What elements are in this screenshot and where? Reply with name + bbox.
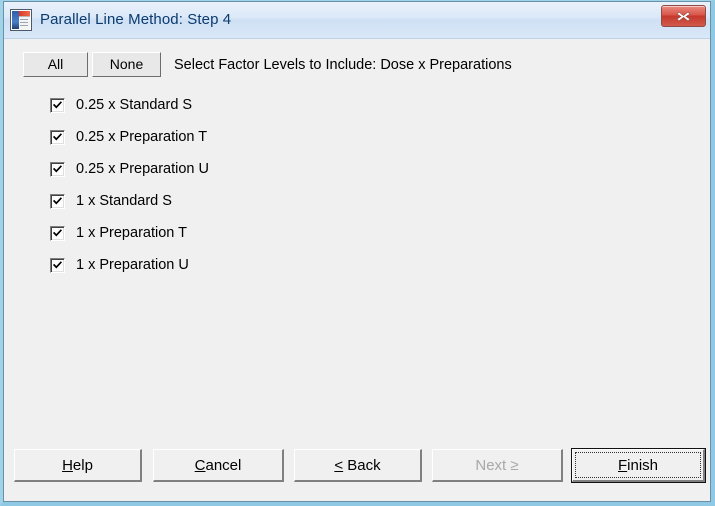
instruction-label: Select Factor Levels to Include: Dose x … [174, 56, 512, 73]
list-item-label: 0.25 x Preparation U [76, 161, 209, 177]
list-item[interactable]: 0.25 x Standard S [50, 89, 209, 121]
title-bar: Parallel Line Method: Step 4 [3, 1, 711, 39]
window-title: Parallel Line Method: Step 4 [40, 11, 232, 28]
finish-accel: F [617, 456, 628, 474]
list-item-label: 1 x Preparation U [76, 257, 189, 273]
list-item[interactable]: 0.25 x Preparation U [50, 153, 209, 185]
close-button[interactable] [661, 5, 706, 27]
list-item[interactable]: 0.25 x Preparation T [50, 121, 209, 153]
list-item-label: 1 x Standard S [76, 193, 172, 209]
dialog-button-row: Help Cancel < Back Next ≥ Finish [3, 440, 711, 502]
checkbox-checked-icon[interactable] [50, 257, 65, 273]
select-all-button[interactable]: All [23, 52, 88, 77]
back-rest: Back [343, 456, 381, 474]
checkbox-checked-icon[interactable] [50, 193, 65, 209]
cancel-button[interactable]: Cancel [153, 449, 284, 482]
checkbox-checked-icon[interactable] [50, 97, 65, 113]
cancel-rest: ancel [205, 456, 242, 474]
cancel-accel: C [194, 456, 206, 474]
application-document-icon [10, 8, 32, 31]
checkbox-checked-icon[interactable] [50, 225, 65, 241]
list-item-label: 0.25 x Preparation T [76, 129, 208, 145]
next-button: Next ≥ [432, 449, 563, 482]
list-item[interactable]: 1 x Standard S [50, 185, 209, 217]
factor-level-list: 0.25 x Standard S 0.25 x Preparation T 0… [50, 89, 209, 281]
help-button[interactable]: Help [14, 449, 142, 482]
list-item-label: 0.25 x Standard S [76, 97, 193, 113]
checkbox-checked-icon[interactable] [50, 129, 65, 145]
finish-rest: inish [627, 456, 659, 474]
next-label: Next ≥ [475, 456, 519, 474]
help-rest: elp [72, 456, 93, 474]
finish-button[interactable]: Finish [571, 448, 706, 483]
select-none-button[interactable]: None [92, 52, 161, 77]
help-accel: H [62, 456, 73, 474]
dialog-client-area: All None Select Factor Levels to Include… [3, 39, 711, 502]
back-accel: < [334, 456, 344, 474]
list-item[interactable]: 1 x Preparation U [50, 249, 209, 281]
list-item-label: 1 x Preparation T [76, 225, 187, 241]
back-button[interactable]: < Back [294, 449, 422, 482]
close-icon [676, 11, 691, 21]
list-item[interactable]: 1 x Preparation T [50, 217, 209, 249]
checkbox-checked-icon[interactable] [50, 161, 65, 177]
selection-toolbar: All None Select Factor Levels to Include… [23, 52, 512, 77]
dialog-window: Parallel Line Method: Step 4 All None Se… [0, 0, 715, 506]
